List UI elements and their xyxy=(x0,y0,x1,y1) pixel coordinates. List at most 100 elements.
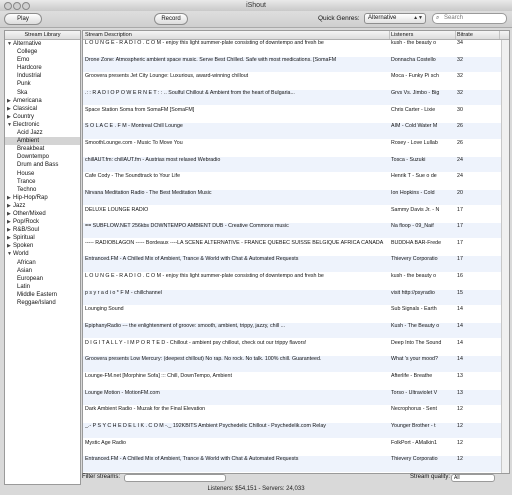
stream-bitrate: 24 xyxy=(457,156,463,163)
stream-bitrate: 13 xyxy=(457,389,463,396)
stream-row[interactable]: Drone Zone: Atmospheric ambient space mu… xyxy=(83,56,509,72)
stream-table: Stream Description Listeners Bitrate L O… xyxy=(82,30,510,474)
library-item[interactable]: ▶ Jazz xyxy=(5,202,80,210)
stream-row[interactable]: Lounge Motion - MotionFM.com Torso - Ultr… xyxy=(83,389,509,405)
quick-genres-select[interactable]: Alternative ▲▼ xyxy=(364,13,426,24)
library-item[interactable]: Industrial xyxy=(5,72,80,80)
stream-bitrate: 16 xyxy=(457,273,463,280)
library-item[interactable]: Middle Eastern xyxy=(5,291,80,299)
library-item-label: Pop/Rock xyxy=(13,219,40,226)
stream-row[interactable]: ----- RADIOBLAGON ----- Bordeaux ----LA … xyxy=(83,240,509,255)
stream-row[interactable]: Entranced.FM - A Chilled Mix of Ambient,… xyxy=(83,256,509,272)
stream-row[interactable]: _.- P S Y C H E D E L I K . C O M -._ 19… xyxy=(83,422,509,439)
toolbar: Play Record Quick Genres: Alternative ▲▼… xyxy=(0,11,512,28)
stream-listeners: Thievery Corporatio xyxy=(391,456,438,463)
library-item-label: Hardcore xyxy=(17,65,42,72)
library-item[interactable]: ▶ Pop/Rock xyxy=(5,218,80,226)
library-item[interactable]: ▼Alternative xyxy=(5,40,80,48)
stream-row[interactable]: L O U N G E - R A D I O . C O M - enjoy … xyxy=(83,273,509,288)
library-item[interactable]: ▶ Americana xyxy=(5,97,80,105)
library-item[interactable]: College xyxy=(5,48,80,56)
stream-listeners: BUDDHA BAR-Frede xyxy=(391,239,442,246)
stream-row[interactable]: Groovera presents Jet City Lounge: Luxur… xyxy=(83,73,509,88)
search-field[interactable]: ⌕ Search xyxy=(432,13,507,24)
library-item[interactable]: ▶ R&B/Soul xyxy=(5,226,80,234)
filter-streams-input[interactable] xyxy=(124,474,226,482)
library-item[interactable]: ▶ Other/Mixed xyxy=(5,210,80,218)
stream-row[interactable]: SmoothLounge.com - Music To Move You Rose… xyxy=(83,140,509,155)
library-item[interactable]: Trance xyxy=(5,178,80,186)
column-header-listeners[interactable]: Listeners xyxy=(389,31,456,39)
stream-row[interactable]: Groovera presents Low Mercury: (deepest … xyxy=(83,356,509,372)
stream-listeners: Sammy Davis Jr. - N xyxy=(391,206,440,213)
library-item[interactable]: Punk xyxy=(5,80,80,88)
vertical-scrollbar[interactable] xyxy=(501,40,509,473)
library-item[interactable]: Reggae/Island xyxy=(5,299,80,307)
stream-row[interactable]: Lounging Sound Sub Signals - Earth 14 xyxy=(83,306,509,321)
library-item[interactable]: Hardcore xyxy=(5,64,80,72)
library-item[interactable]: ▶ Spiritual xyxy=(5,234,80,242)
library-item[interactable]: Acid Jazz xyxy=(5,129,80,137)
library-item[interactable]: Techno xyxy=(5,186,80,194)
stream-row[interactable]: .: : R A D I O P O W E R N E T : : .. So… xyxy=(83,89,509,106)
stream-row[interactable]: Nirvana Meditation Radio - The Best Medi… xyxy=(83,189,509,206)
column-header-bitrate[interactable]: Bitrate xyxy=(455,31,500,39)
stream-listeners: Younger Brother - t xyxy=(391,422,436,429)
library-item[interactable]: ▼Electronic xyxy=(5,121,80,129)
library-item-label: Asian xyxy=(17,267,33,274)
stream-row[interactable]: == SUBFLOW.NET 256kbs DOWNTEMPO AMBIENT … xyxy=(83,223,509,239)
column-header-description[interactable]: Stream Description xyxy=(83,31,390,39)
zoom-window-icon[interactable] xyxy=(22,2,30,10)
stream-bitrate: 26 xyxy=(457,139,463,146)
close-window-icon[interactable] xyxy=(4,2,12,10)
library-item[interactable]: European xyxy=(5,275,80,283)
stream-bitrate: 26 xyxy=(457,123,463,130)
library-item[interactable]: Ska xyxy=(5,89,80,97)
library-item[interactable]: ▼World xyxy=(5,250,80,258)
minimize-window-icon[interactable] xyxy=(13,2,21,10)
library-item[interactable]: ▶ Classical xyxy=(5,105,80,113)
library-item[interactable]: House xyxy=(5,170,80,178)
stream-row[interactable]: EpiphanyRadio --- the enlightenment of g… xyxy=(83,323,509,339)
stream-listeners: kush - the beauty o xyxy=(391,273,437,280)
stream-listeners: Tosca - Suzuki xyxy=(391,156,426,163)
library-item[interactable]: Drum and Bass xyxy=(5,161,80,169)
stream-listeners: Thievery Corporatio xyxy=(391,256,438,263)
library-item[interactable]: Emo xyxy=(5,56,80,64)
stream-row[interactable]: S O L A C E . F M - Montreal Chill Loung… xyxy=(83,123,509,139)
stream-row[interactable]: L O U N G E - R A D I O . C O M - enjoy … xyxy=(83,40,509,55)
library-item[interactable]: ▶ Country xyxy=(5,113,80,121)
stream-row[interactable]: Lounge-FM.net [Morphine Sofa] ::: Chill,… xyxy=(83,373,509,388)
library-item[interactable]: Ambient xyxy=(5,137,80,146)
stream-row[interactable]: DELUXE LOUNGE RADIO Sammy Davis Jr. - N 17 xyxy=(83,207,509,222)
library-item[interactable]: Downtempo xyxy=(5,153,80,161)
stream-description: EpiphanyRadio --- the enlightenment of g… xyxy=(85,323,286,330)
play-button[interactable]: Play xyxy=(4,13,42,25)
library-item[interactable]: ▶ Spoken xyxy=(5,242,80,250)
stream-row[interactable]: Dark Ambient Radio - Muzak for the Final… xyxy=(83,406,509,421)
stream-bitrate: 32 xyxy=(457,73,463,80)
stream-row[interactable]: Mystic Age Radio FolkPort - AMalkin1 12 xyxy=(83,440,509,455)
library-header: Stream Library xyxy=(5,31,80,40)
library-item-label: Breakbeat xyxy=(17,146,45,153)
stream-listeners: Deep Into The Sound xyxy=(391,339,442,346)
stream-bitrate: 17 xyxy=(457,239,463,246)
library-item-label: Acid Jazz xyxy=(17,130,43,137)
stream-row[interactable]: chillAUT.fm: chillAUT.fm - Austrias most… xyxy=(83,156,509,172)
library-item[interactable]: ▶ Hip-Hop/Rap xyxy=(5,194,80,202)
stream-row[interactable]: Space Station Soma from SomaFM [SomaFM] C… xyxy=(83,107,509,122)
library-item[interactable]: African xyxy=(5,259,80,267)
stream-row[interactable]: D I G I T A L L Y - I M P O R T E D - Ch… xyxy=(83,340,509,355)
stream-description: Space Station Soma from SomaFM [SomaFM] xyxy=(85,106,195,113)
stream-row[interactable]: p s y r a d i o * F M - chillchannel visi… xyxy=(83,289,509,306)
stream-quality-select[interactable]: All xyxy=(451,474,495,482)
library-item-label: Downtempo xyxy=(17,154,50,161)
stream-row[interactable]: Cafe Cody - The Soundtrack to Your Life H… xyxy=(83,173,509,188)
stream-description: Entranced.FM - A Chilled Mix of Ambient,… xyxy=(85,456,299,463)
stream-bitrate: 13 xyxy=(457,373,463,379)
stream-row[interactable]: Entranced.FM - A Chilled Mix of Ambient,… xyxy=(83,456,509,472)
library-item[interactable]: Breakbeat xyxy=(5,145,80,153)
library-item[interactable]: Asian xyxy=(5,267,80,275)
library-item[interactable]: Latin xyxy=(5,283,80,291)
record-button[interactable]: Record xyxy=(154,13,188,25)
